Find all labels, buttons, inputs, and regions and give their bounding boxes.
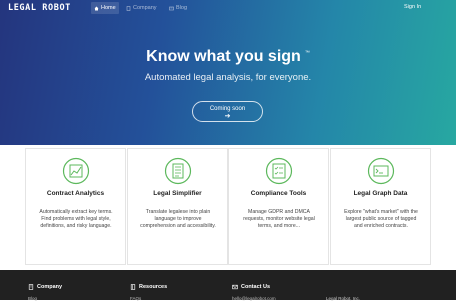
hero-title-text: Know what you sign (146, 48, 301, 65)
book-icon (130, 284, 136, 290)
document-lines-icon (164, 157, 192, 185)
hero-title: Know what you sign ™ (0, 48, 456, 66)
footer-heading-label: Company (37, 284, 63, 290)
footer-heading-label: Resources (139, 284, 168, 290)
footer-heading-resources: Resources (130, 284, 167, 290)
coming-soon-button[interactable]: Coming soon ➔ (192, 101, 263, 122)
top-nav: LEGAL ROBOT Home Company Blog Sign In (0, 0, 456, 16)
chart-icon (62, 157, 90, 185)
feature-title: Legal Simplifier (153, 190, 202, 197)
footer-link-blog[interactable]: Blog (28, 296, 37, 301)
home-icon (94, 6, 99, 10)
nav-home[interactable]: Home (91, 2, 119, 14)
coming-soon-label: Coming soon (209, 106, 246, 112)
terminal-icon (367, 157, 395, 185)
feature-card-legal-graph-data[interactable]: Legal Graph Data Explore "what's market"… (330, 148, 431, 265)
nav-company[interactable]: Company (123, 2, 160, 14)
nav-home-label: Home (101, 5, 116, 11)
trademark: ™ (304, 50, 310, 56)
sign-in-link[interactable]: Sign In (404, 4, 421, 10)
arrow-right-icon: ➔ (224, 113, 231, 120)
footer-heading-label: Contact Us (241, 284, 271, 290)
feature-title: Compliance Tools (250, 190, 307, 197)
footer-brand: Legal Robot, Inc. (326, 296, 361, 301)
feature-title: Legal Graph Data (353, 190, 408, 197)
nav-company-label: Company (133, 5, 157, 11)
logo[interactable]: LEGAL ROBOT (8, 3, 71, 13)
feature-description: Automatically extract key terms. Find pr… (39, 209, 113, 229)
footer-link-faqs[interactable]: FAQs (130, 296, 141, 301)
footer: Company Resources Contact Us Blog FAQs h… (0, 270, 456, 301)
feature-card-compliance-tools[interactable]: Compliance Tools Manage GDPR and DMCA re… (228, 148, 329, 265)
document-icon (126, 5, 131, 11)
newspaper-icon (169, 6, 174, 10)
feature-card-contract-analytics[interactable]: Contract Analytics Automatically extract… (25, 148, 126, 265)
feature-description: Translate legalese into plain language t… (140, 209, 216, 229)
nav-blog[interactable]: Blog (166, 2, 190, 14)
footer-heading-company: Company (28, 284, 62, 290)
hero-section: LEGAL ROBOT Home Company Blog Sign In Kn… (0, 0, 456, 145)
hero-subtitle: Automated legal analysis, for everyone. (144, 72, 312, 83)
footer-heading-contact: Contact Us (232, 284, 270, 290)
nav-blog-label: Blog (176, 5, 188, 11)
feature-description: Explore "what's market" with the largest… (344, 209, 418, 229)
feature-title: Contract Analytics (46, 190, 105, 197)
feature-description: Manage GDPR and DMCA requests, monitor w… (243, 209, 315, 229)
checklist-icon (265, 157, 293, 185)
building-icon (28, 284, 34, 290)
envelope-icon (232, 284, 238, 290)
footer-link-email[interactable]: hello@legalrobot.com (232, 296, 276, 301)
feature-card-legal-simplifier[interactable]: Legal Simplifier Translate legalese into… (127, 148, 228, 265)
features-section: Contract Analytics Automatically extract… (0, 145, 456, 270)
